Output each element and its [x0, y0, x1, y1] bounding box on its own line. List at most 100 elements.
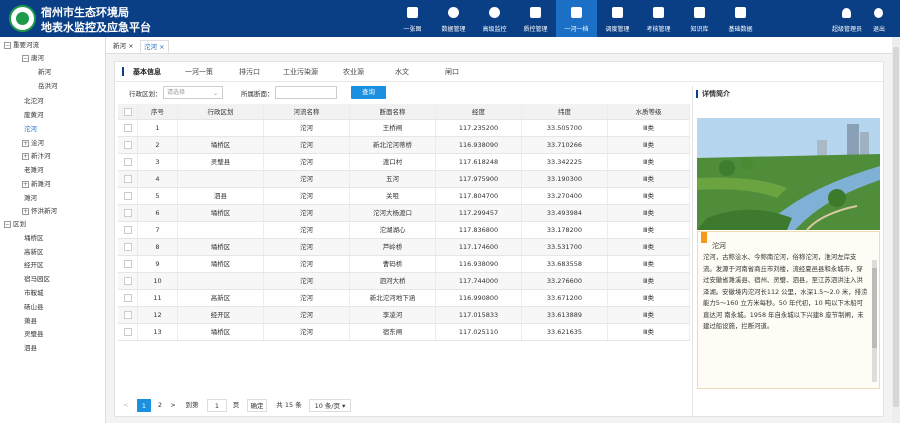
- expand-icon[interactable]: +: [22, 139, 29, 147]
- table-row[interactable]: 12 经开区 沱河 李凌河 117.015833 33.613889 Ⅲ类: [118, 307, 690, 324]
- subtab-river-policy[interactable]: 一河一策: [185, 67, 213, 77]
- subtab-basic-info[interactable]: 基本信息: [133, 67, 161, 77]
- tree-node-kuaihe[interactable]: + 浍河: [22, 137, 44, 149]
- column-header-longitude[interactable]: 经度: [436, 104, 522, 119]
- page-size-select[interactable]: 10 条/页 ▾: [309, 399, 351, 412]
- tree-node-xiaoxian[interactable]: 萧县: [24, 315, 37, 327]
- goto-confirm-button[interactable]: 确定: [247, 399, 267, 412]
- table-row[interactable]: 11 高新区 沱河 新北沱河地下涵 116.990800 33.671200 Ⅲ类: [118, 290, 690, 307]
- subtab-hydrology[interactable]: 水文: [395, 67, 409, 77]
- nav-item-assessment[interactable]: 考核管理: [638, 0, 679, 37]
- row-checkbox[interactable]: [123, 175, 132, 183]
- table-row[interactable]: 10 沱河 泗河大桥 117.744000 33.276600 Ⅲ类: [118, 273, 690, 290]
- tree-node-laosuihe[interactable]: 老濉河: [24, 164, 44, 176]
- row-checkbox[interactable]: [123, 311, 132, 319]
- table-row[interactable]: 4 沱河 五河 117.975900 33.190300 Ⅲ类: [118, 171, 690, 188]
- section-input[interactable]: [275, 86, 337, 99]
- row-checkbox[interactable]: [123, 192, 132, 200]
- row-checkbox[interactable]: [123, 141, 132, 149]
- expand-icon[interactable]: +: [22, 152, 29, 160]
- tree-node-huaihongxinhe[interactable]: + 怀洪新河: [22, 205, 57, 217]
- tree-node-jingkai[interactable]: 经开区: [24, 259, 44, 271]
- nav-item-river-archive[interactable]: 一河一档: [556, 0, 597, 37]
- tree-node-important-rivers[interactable]: − 重要河流: [4, 39, 39, 51]
- tree-node-suma[interactable]: 宿马园区: [24, 273, 50, 285]
- nav-item-dispatch[interactable]: 调度管理: [597, 0, 638, 37]
- column-header-index[interactable]: 序号: [138, 104, 178, 119]
- tab-tuohe[interactable]: 沱河 ×: [140, 40, 169, 53]
- table-row[interactable]: 8 埇桥区 沱河 芦岭桥 117.174600 33.531700 Ⅲ类: [118, 239, 690, 256]
- row-checkbox[interactable]: [123, 328, 132, 336]
- tree-node-xinbianhe[interactable]: + 新汴河: [22, 150, 51, 162]
- tree-node-beituohe[interactable]: 北沱河: [24, 95, 44, 107]
- checkbox-cell: [118, 273, 138, 289]
- row-checkbox[interactable]: [123, 209, 132, 217]
- district-select[interactable]: 请选择 ⌄: [163, 86, 223, 99]
- nav-item-quality-control[interactable]: 质控管理: [515, 0, 556, 37]
- column-header-water-quality[interactable]: 水质等级: [608, 104, 690, 119]
- collapse-icon[interactable]: −: [4, 41, 11, 49]
- column-header-district[interactable]: 行政区划: [178, 104, 264, 119]
- user-menu[interactable]: 超级管理员: [832, 0, 862, 37]
- tree-node-sixian[interactable]: 泗县: [24, 342, 37, 354]
- description-scrollbar[interactable]: [872, 260, 877, 382]
- column-header-latitude[interactable]: 纬度: [522, 104, 608, 119]
- table-row[interactable]: 2 埇桥区 沱河 新北沱河蒂桥 116.938090 33.710266 Ⅲ类: [118, 137, 690, 154]
- tree-node-tuohe[interactable]: 沱河: [24, 123, 37, 135]
- row-checkbox[interactable]: [123, 226, 132, 234]
- collapse-icon[interactable]: −: [4, 220, 11, 228]
- row-checkbox[interactable]: [123, 243, 132, 251]
- nav-item-knowledge-base[interactable]: 知识库: [679, 0, 720, 37]
- subtab-outfall[interactable]: 排污口: [239, 67, 260, 77]
- nav-item-data-management[interactable]: 数据管理: [433, 0, 474, 37]
- assessment-icon: [653, 7, 664, 18]
- subtab-industrial-pollution[interactable]: 工业污染源: [283, 67, 318, 77]
- tree-node-yuehonghe[interactable]: 岳洪河: [38, 80, 58, 92]
- tree-node-yongqiao[interactable]: 埇桥区: [24, 232, 44, 244]
- tree-node-feihuanghe[interactable]: 废黄河: [24, 109, 44, 121]
- nav-item-map[interactable]: 一张图: [392, 0, 433, 37]
- tree-node-dangshan[interactable]: 砀山县: [24, 301, 44, 313]
- table-row[interactable]: 6 埇桥区 沱河 沱河大杨渡口 117.299457 33.493984 Ⅲ类: [118, 205, 690, 222]
- table-row[interactable]: 7 沱河 沱湖湖心 117.836800 33.178200 Ⅲ类: [118, 222, 690, 239]
- tree-node-suihe[interactable]: 濉河: [24, 192, 37, 204]
- row-checkbox[interactable]: [123, 124, 132, 132]
- goto-page-input[interactable]: 1: [207, 399, 227, 412]
- expand-icon[interactable]: +: [22, 207, 29, 215]
- cell-index: 11: [138, 290, 178, 306]
- nav-item-base-data[interactable]: 基础数据: [720, 0, 761, 37]
- expand-icon[interactable]: +: [22, 180, 29, 188]
- select-all-checkbox[interactable]: [123, 108, 132, 116]
- cell-district: 埇桥区: [178, 205, 264, 221]
- row-checkbox[interactable]: [123, 277, 132, 285]
- subtab-agricultural-source[interactable]: 农业源: [343, 67, 364, 77]
- tree-node-tanghe[interactable]: − 唐河: [22, 52, 44, 64]
- row-checkbox[interactable]: [123, 260, 132, 268]
- table-row[interactable]: 9 埇桥区 沱河 曹码桥 116.938090 33.683558 Ⅲ类: [118, 256, 690, 273]
- tree-node-shianchen[interactable]: 市鞍城: [24, 287, 44, 299]
- table-row[interactable]: 13 埇桥区 沱河 宿东闸 117.025110 33.621635 Ⅲ类: [118, 324, 690, 341]
- tree-node-xinsuihe[interactable]: + 新濉河: [22, 178, 51, 190]
- page-2-button[interactable]: 2: [153, 399, 167, 412]
- collapse-icon[interactable]: −: [22, 54, 29, 62]
- prev-page-button[interactable]: <: [121, 399, 131, 412]
- table-row[interactable]: 5 泗县 沱河 关咀 117.804700 33.270400 Ⅲ类: [118, 188, 690, 205]
- next-page-button[interactable]: >: [169, 399, 177, 412]
- query-button[interactable]: 查询: [351, 86, 386, 99]
- column-header-river-name[interactable]: 河流名称: [264, 104, 350, 119]
- page-1-button[interactable]: 1: [137, 399, 151, 412]
- row-checkbox[interactable]: [123, 294, 132, 302]
- tree-node-lingbi[interactable]: 灵璧县: [24, 328, 44, 340]
- column-header-section-name[interactable]: 断面名称: [350, 104, 436, 119]
- table-row[interactable]: 1 沱河 王桥闸 117.235200 33.505700 Ⅲ类: [118, 120, 690, 137]
- tree-node-xinhe[interactable]: 新河: [38, 66, 51, 78]
- tree-node-districts[interactable]: − 区划: [4, 218, 26, 230]
- tab-xinhe[interactable]: 新河 ×: [110, 40, 137, 53]
- page-scrollbar[interactable]: [892, 37, 900, 423]
- table-row[interactable]: 3 灵璧县 沱河 渡口村 117.618248 33.342225 Ⅲ类: [118, 154, 690, 171]
- tree-node-gaoxin[interactable]: 高新区: [24, 246, 44, 258]
- subtab-sluice[interactable]: 闸口: [445, 67, 459, 77]
- nav-item-advanced-monitoring[interactable]: 高级监控: [474, 0, 515, 37]
- row-checkbox[interactable]: [123, 158, 132, 166]
- logout-button[interactable]: 退出: [866, 0, 892, 37]
